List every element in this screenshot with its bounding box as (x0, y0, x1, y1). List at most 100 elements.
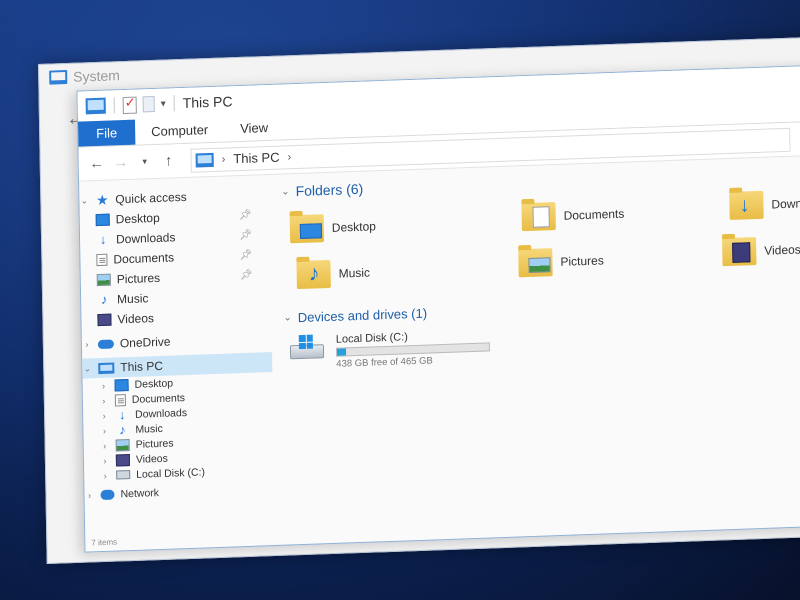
nav-label: Quick access (115, 189, 187, 207)
nav-item-network[interactable]: › Network (84, 481, 274, 503)
screen: System ← ▾ This PC File Computer View ← … (38, 36, 800, 584)
folder-icon (722, 237, 757, 267)
pin-icon: 📌︎ (239, 249, 253, 261)
nav-label: Local Disk (C:) (136, 465, 206, 481)
status-item-count: 7 items (91, 537, 118, 548)
folder-desktop[interactable]: Desktop (289, 212, 376, 244)
new-folder-icon[interactable] (142, 95, 155, 113)
folders-grid: Desktop Documents ↓ Downloads ♪ Music Pi… (281, 185, 800, 304)
collapse-chevron-icon[interactable]: ⌄ (283, 312, 292, 323)
nav-label: Documents (131, 391, 186, 406)
content-pane: ⌄ Folders (6) Desktop Documents ↓ Downlo… (269, 157, 800, 545)
toolbar-divider (113, 97, 115, 114)
nav-label: Music (116, 291, 149, 307)
system-window-title: System (73, 67, 121, 85)
folder-icon (518, 248, 553, 278)
tab-computer[interactable]: Computer (135, 117, 224, 145)
nav-label: Pictures (116, 270, 161, 287)
nav-item-onedrive[interactable]: › OneDrive (82, 328, 272, 355)
folder-downloads[interactable]: ↓ Downloads (729, 188, 800, 220)
folder-videos[interactable]: Videos (722, 235, 800, 267)
folder-icon: ↓ (729, 190, 764, 220)
up-icon[interactable]: ↑ (161, 152, 177, 170)
nav-label: Downloads (115, 230, 176, 247)
windows-drive-icon (289, 334, 326, 363)
nav-label: Pictures (135, 437, 174, 451)
forward-icon[interactable]: → (113, 154, 129, 172)
folder-label: Music (338, 265, 371, 281)
breadcrumb-chevron-icon[interactable]: › (222, 153, 226, 165)
tab-view[interactable]: View (224, 114, 284, 141)
music-note-icon: ♪ (118, 421, 126, 437)
folder-music[interactable]: ♪ Music (296, 259, 370, 290)
breadcrumb-this-pc[interactable]: This PC (233, 150, 279, 167)
network-icon (100, 489, 115, 500)
customize-toolbar-icon[interactable]: ▾ (161, 98, 166, 109)
nav-label: Desktop (134, 376, 174, 391)
nav-label: Videos (117, 311, 155, 327)
tab-file[interactable]: File (78, 119, 136, 147)
collapse-chevron-icon[interactable]: ⌄ (281, 186, 290, 197)
expand-chevron-icon[interactable]: › (82, 339, 92, 349)
recent-locations-icon[interactable]: ▾ (137, 156, 153, 168)
pictures-icon (115, 438, 130, 452)
download-icon: ↓ (118, 406, 126, 422)
expand-chevron-icon[interactable]: › (100, 470, 110, 480)
video-icon (97, 313, 112, 327)
desktop-icon (114, 378, 129, 392)
window-title: This PC (182, 93, 233, 111)
pin-icon: 📌︎ (239, 229, 253, 241)
expand-chevron-icon[interactable]: › (100, 455, 110, 465)
folder-documents[interactable]: Documents (521, 200, 624, 232)
download-icon: ↓ (99, 231, 107, 247)
monitor-icon (49, 69, 68, 85)
folder-label: Pictures (560, 253, 604, 269)
nav-label: Downloads (135, 406, 188, 421)
file-explorer-window[interactable]: ▾ This PC File Computer View ← → ▾ ↑ › T… (76, 64, 800, 553)
collapse-chevron-icon[interactable]: ⌄ (82, 363, 92, 374)
drive-usage-fill (336, 348, 346, 356)
expand-chevron-icon[interactable]: › (84, 490, 94, 500)
breadcrumb-chevron-icon[interactable]: › (287, 151, 291, 163)
nav-label: OneDrive (119, 334, 171, 351)
cloud-icon (97, 339, 114, 349)
pin-icon: 📌︎ (238, 209, 252, 221)
this-pc-icon (195, 152, 214, 168)
folder-label: Videos (764, 242, 800, 258)
folder-icon: ♪ (296, 259, 331, 290)
nav-label: Network (120, 486, 160, 500)
expand-chevron-icon[interactable]: › (100, 440, 110, 450)
folder-label: Downloads (771, 195, 800, 212)
nav-label: Desktop (115, 210, 160, 227)
music-note-icon: ♪ (100, 291, 108, 307)
expand-chevron-icon[interactable]: › (99, 425, 109, 435)
properties-icon[interactable] (122, 96, 137, 114)
group-title: Devices and drives (1) (297, 305, 428, 325)
nav-label: Videos (135, 452, 168, 466)
navigation-pane: ⌄ ★ Quick access Desktop 📌︎ ↓ Downloads … (79, 176, 275, 552)
folder-pictures[interactable]: Pictures (518, 246, 604, 278)
nav-label: Documents (113, 250, 175, 267)
explorer-body: ⌄ ★ Quick access Desktop 📌︎ ↓ Downloads … (79, 157, 800, 552)
group-title: Folders (6) (295, 180, 364, 200)
star-icon: ★ (95, 191, 109, 209)
folder-label: Documents (563, 206, 625, 223)
nav-label: This PC (120, 358, 164, 375)
expand-chevron-icon[interactable]: › (99, 380, 109, 390)
hard-drive-icon (116, 470, 131, 480)
nav-label: Music (135, 422, 163, 436)
desktop-icon (95, 213, 110, 227)
drive-info: Local Disk (C:) 438 GB free of 465 GB (336, 328, 491, 370)
video-icon (115, 453, 131, 467)
document-icon (96, 253, 108, 267)
collapse-chevron-icon[interactable]: ⌄ (79, 195, 89, 206)
expand-chevron-icon[interactable]: › (99, 410, 109, 420)
document-icon (114, 393, 126, 407)
expand-chevron-icon[interactable]: › (99, 395, 109, 405)
folder-icon (289, 214, 325, 244)
back-icon[interactable]: ← (89, 155, 105, 173)
folder-icon (521, 202, 556, 232)
folder-label: Desktop (331, 219, 376, 235)
toolbar-divider (173, 95, 175, 112)
pictures-icon (96, 273, 111, 287)
